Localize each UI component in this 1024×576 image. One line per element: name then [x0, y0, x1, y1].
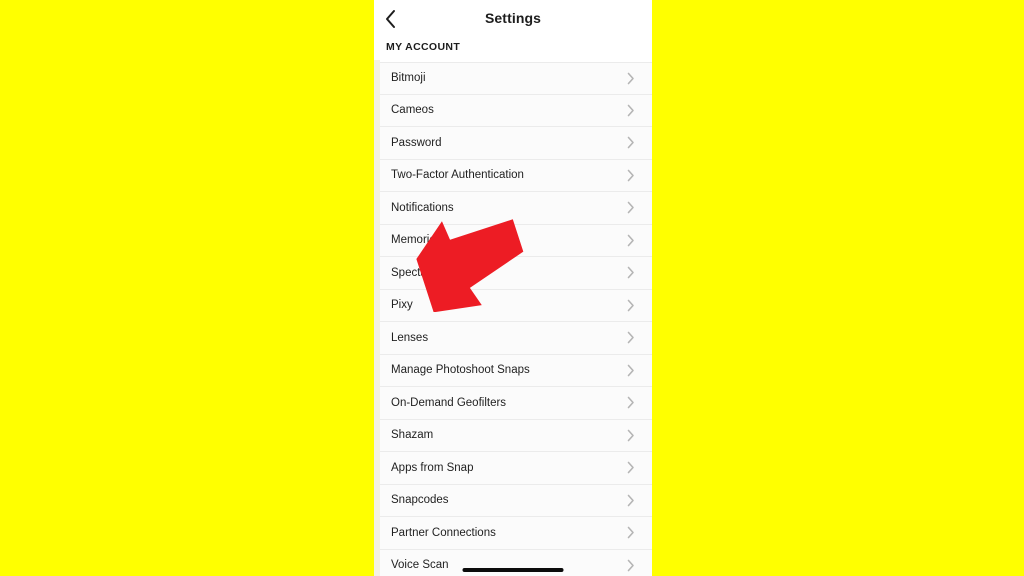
list-item-label: Apps from Snap — [391, 461, 474, 474]
settings-list: Bitmoji Cameos Password Two-Factor Authe… — [380, 62, 652, 576]
list-item-label: Memories — [391, 234, 442, 247]
list-item[interactable]: Shazam — [380, 419, 652, 452]
list-item[interactable]: Cameos — [380, 94, 652, 127]
list-item[interactable]: Voice Scan — [380, 549, 652, 576]
chevron-right-icon[interactable] — [626, 266, 636, 280]
chevron-right-icon[interactable] — [626, 493, 636, 507]
list-item-label: Bitmoji — [391, 72, 426, 85]
chevron-right-icon[interactable] — [626, 136, 636, 150]
list-item-label: Shazam — [391, 429, 434, 442]
list-item[interactable]: Two-Factor Authentication — [380, 159, 652, 192]
list-item-label: Notifications — [391, 201, 454, 214]
page-title: Settings — [484, 10, 542, 26]
list-item-label: Two-Factor Authentication — [391, 169, 524, 182]
list-item[interactable]: Snapcodes — [380, 484, 652, 517]
chevron-right-icon[interactable] — [626, 363, 636, 377]
chevron-right-icon[interactable] — [626, 233, 636, 247]
list-item[interactable]: Bitmoji — [380, 62, 652, 95]
list-item[interactable]: Password — [380, 127, 652, 160]
list-item-label: Spectacles — [391, 266, 448, 279]
chevron-right-icon[interactable] — [626, 103, 636, 117]
list-item[interactable]: Partner Connections — [380, 517, 652, 550]
list-item[interactable]: Lenses — [380, 322, 652, 355]
home-indicator — [462, 568, 564, 572]
list-item[interactable]: On-Demand Geofilters — [380, 387, 652, 420]
list-item-label: Cameos — [391, 104, 434, 117]
list-item-label: Manage Photoshoot Snaps — [391, 364, 530, 377]
list-item[interactable]: Manage Photoshoot Snaps — [380, 354, 652, 387]
list-item[interactable]: Apps from Snap — [380, 452, 652, 485]
list-item-label: Lenses — [391, 331, 429, 344]
phone-screen: Settings MY ACCOUNT Bitmoji Cameos Passw… — [374, 0, 652, 576]
list-item-label: Pixy — [391, 299, 413, 312]
list-item-label: Password — [391, 136, 442, 149]
chevron-right-icon[interactable] — [626, 201, 636, 215]
chevron-right-icon[interactable] — [626, 71, 636, 85]
chevron-right-icon[interactable] — [626, 461, 636, 475]
section-header-my-account: MY ACCOUNT — [386, 41, 461, 53]
chevron-right-icon[interactable] — [626, 396, 636, 410]
navigation-bar: Settings — [374, 0, 652, 36]
chevron-right-icon[interactable] — [626, 558, 636, 572]
chevron-right-icon[interactable] — [626, 298, 636, 312]
screenshot-stage: Settings MY ACCOUNT Bitmoji Cameos Passw… — [0, 0, 1024, 576]
list-item[interactable]: Notifications — [380, 192, 652, 225]
list-item[interactable]: Pixy — [380, 289, 652, 322]
list-item-label: Partner Connections — [391, 526, 496, 539]
list-item-label: Snapcodes — [391, 494, 449, 507]
list-item[interactable]: Memories — [380, 224, 652, 257]
list-item-label: Voice Scan — [391, 559, 449, 572]
list-item-label: On-Demand Geofilters — [391, 396, 507, 409]
chevron-right-icon[interactable] — [626, 168, 636, 182]
chevron-right-icon[interactable] — [626, 331, 636, 345]
chevron-right-icon[interactable] — [626, 428, 636, 442]
list-item[interactable]: Spectacles — [380, 257, 652, 290]
chevron-right-icon[interactable] — [626, 526, 636, 540]
